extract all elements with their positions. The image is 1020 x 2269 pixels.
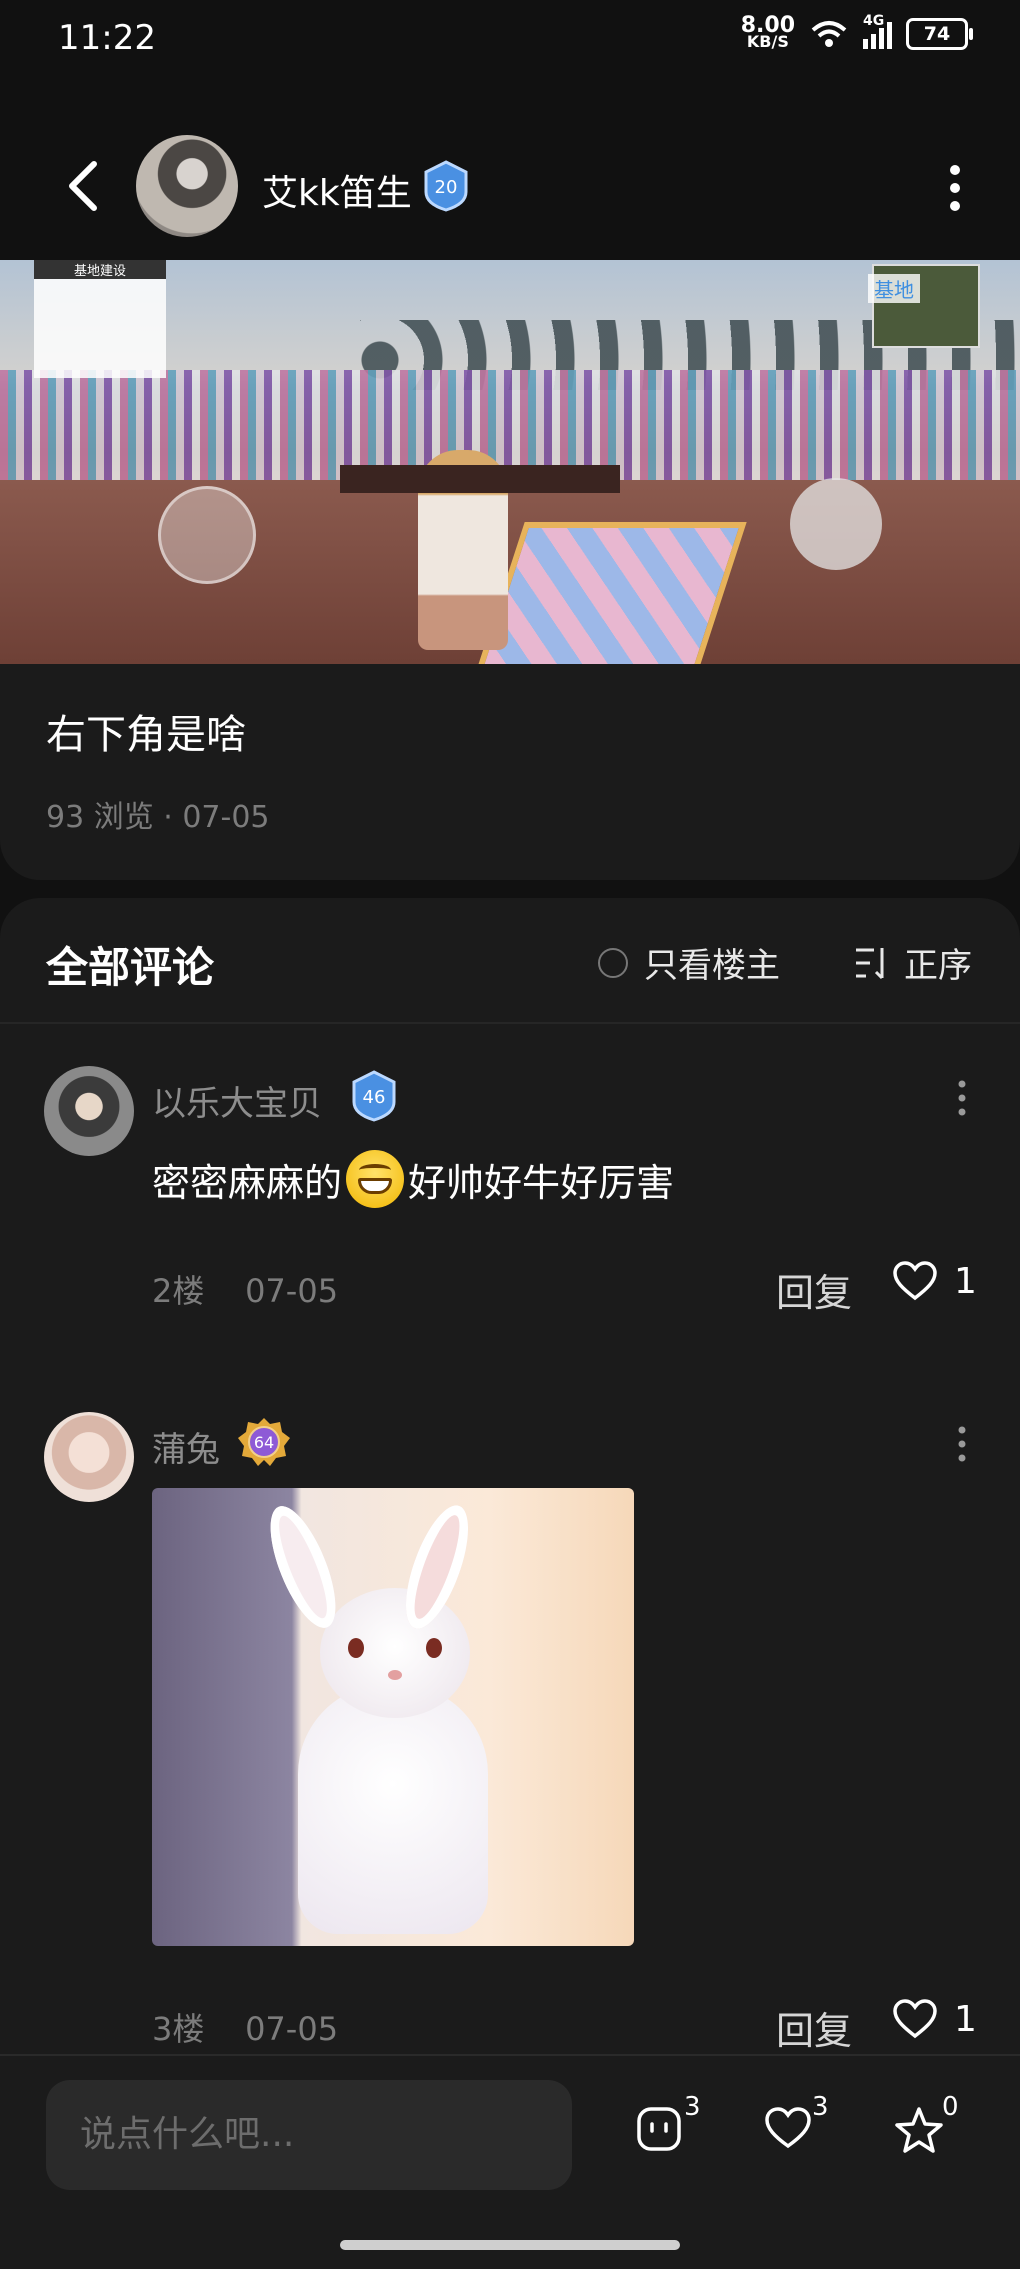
commenter-avatar[interactable] <box>44 1066 134 1156</box>
joystick <box>158 486 256 584</box>
favorites-count: 0 <box>942 2092 959 2122</box>
svg-text:46: 46 <box>363 1087 386 1108</box>
post-title: 右下角是啥 <box>46 712 246 758</box>
svg-text:64: 64 <box>254 1433 274 1452</box>
comment-floor-date: 2楼 07-05 <box>152 1272 339 1310</box>
comment-input[interactable]: 说点什么吧... <box>46 2080 572 2190</box>
sort-icon <box>856 947 884 979</box>
comments-title: 全部评论 <box>46 943 215 992</box>
heart-icon <box>893 1999 937 2039</box>
post-header: 艾kk笛生 20 <box>0 130 1020 240</box>
post-image[interactable]: 基地建设 基地 <box>0 260 1020 664</box>
rabbit-body <box>298 1684 488 1934</box>
network-speed: 8.00 KB/S <box>740 13 795 51</box>
home-indicator[interactable] <box>340 2240 680 2250</box>
comment-floor-date: 3楼 07-05 <box>152 2010 339 2048</box>
likes-action[interactable]: 3 <box>764 2092 854 2166</box>
commenter-name[interactable]: 蒲兔 <box>152 1422 220 1471</box>
rabbit-eye-left <box>348 1638 364 1658</box>
status-bar: 11:22 8.00 KB/S 4G 74 <box>0 0 1020 80</box>
commenter-name[interactable]: 以乐大宝贝 <box>152 1076 322 1125</box>
comment-item: 蒲兔 64 3楼 07-05 回复 1 <box>0 1412 1020 2058</box>
sort-toggle[interactable]: 正序 <box>854 938 972 987</box>
star-icon <box>895 2107 943 2153</box>
reply-button[interactable]: 回复 <box>776 1262 852 1317</box>
comment-more-icon[interactable] <box>952 1078 972 1118</box>
like-button[interactable]: 1 <box>892 1998 977 2040</box>
image-table <box>340 465 620 493</box>
comments-section: 全部评论 只看楼主 正序 以乐大宝贝 46 密密麻麻的 好帅好牛好厉害 2楼 0… <box>0 898 1020 2058</box>
post-meta: 93 浏览 · 07-05 <box>46 800 270 835</box>
rabbit-nose <box>388 1670 402 1680</box>
comment-image-rabbit[interactable] <box>152 1488 634 1946</box>
battery-indicator: 74 <box>906 18 973 50</box>
comments-count: 3 <box>684 2092 701 2122</box>
rabbit-head <box>320 1588 470 1718</box>
more-options-icon[interactable] <box>940 160 970 216</box>
commenter-avatar[interactable] <box>44 1412 134 1502</box>
level-badge: 20 <box>420 160 472 212</box>
level-badge-icon: 64 <box>238 1418 290 1466</box>
comments-action[interactable]: 3 <box>636 2092 726 2166</box>
comment-text: 密密麻麻的 好帅好牛好厉害 <box>152 1150 674 1208</box>
attack-button <box>790 478 882 570</box>
comment-more-icon[interactable] <box>952 1424 972 1464</box>
game-task-panel: 基地建设 <box>34 260 166 378</box>
author-name[interactable]: 艾kk笛生 <box>262 164 412 216</box>
post-card: 右下角是啥 93 浏览 · 07-05 <box>0 664 1020 880</box>
back-icon[interactable] <box>60 158 110 214</box>
heart-icon <box>765 2107 811 2149</box>
like-button[interactable]: 1 <box>892 1260 977 1302</box>
comment-icon <box>637 2107 681 2151</box>
radio-icon[interactable] <box>598 947 628 978</box>
svg-text:20: 20 <box>435 177 458 198</box>
rabbit-ear-left <box>257 1498 349 1636</box>
only-op-filter[interactable]: 只看楼主 <box>598 938 780 987</box>
comment-item: 以乐大宝贝 46 密密麻麻的 好帅好牛好厉害 2楼 07-05 回复 1 <box>0 1066 1020 1315</box>
status-time: 11:22 <box>58 18 156 58</box>
favorites-action[interactable]: 0 <box>894 2092 984 2166</box>
wifi-icon <box>811 21 847 47</box>
image-crowd <box>0 370 1020 480</box>
status-icons: 8.00 KB/S 4G 74 <box>740 13 973 51</box>
game-base-label: 基地 <box>868 274 920 303</box>
author-avatar[interactable] <box>136 135 238 237</box>
level-badge-icon: 20 <box>424 160 468 212</box>
comments-header: 全部评论 只看楼主 正序 <box>0 898 1020 1024</box>
level-badge-icon: 46 <box>352 1070 396 1122</box>
bottom-action-bar: 说点什么吧... 3 3 0 <box>0 2054 1020 2269</box>
rabbit-eye-right <box>426 1638 442 1658</box>
rabbit-ear-right <box>393 1498 481 1636</box>
grin-emoji-icon <box>346 1150 405 1208</box>
likes-count: 3 <box>812 2092 829 2122</box>
reply-button[interactable]: 回复 <box>776 2000 852 2055</box>
heart-icon <box>893 1261 937 1301</box>
cellular-signal-icon: 4G <box>863 13 892 49</box>
